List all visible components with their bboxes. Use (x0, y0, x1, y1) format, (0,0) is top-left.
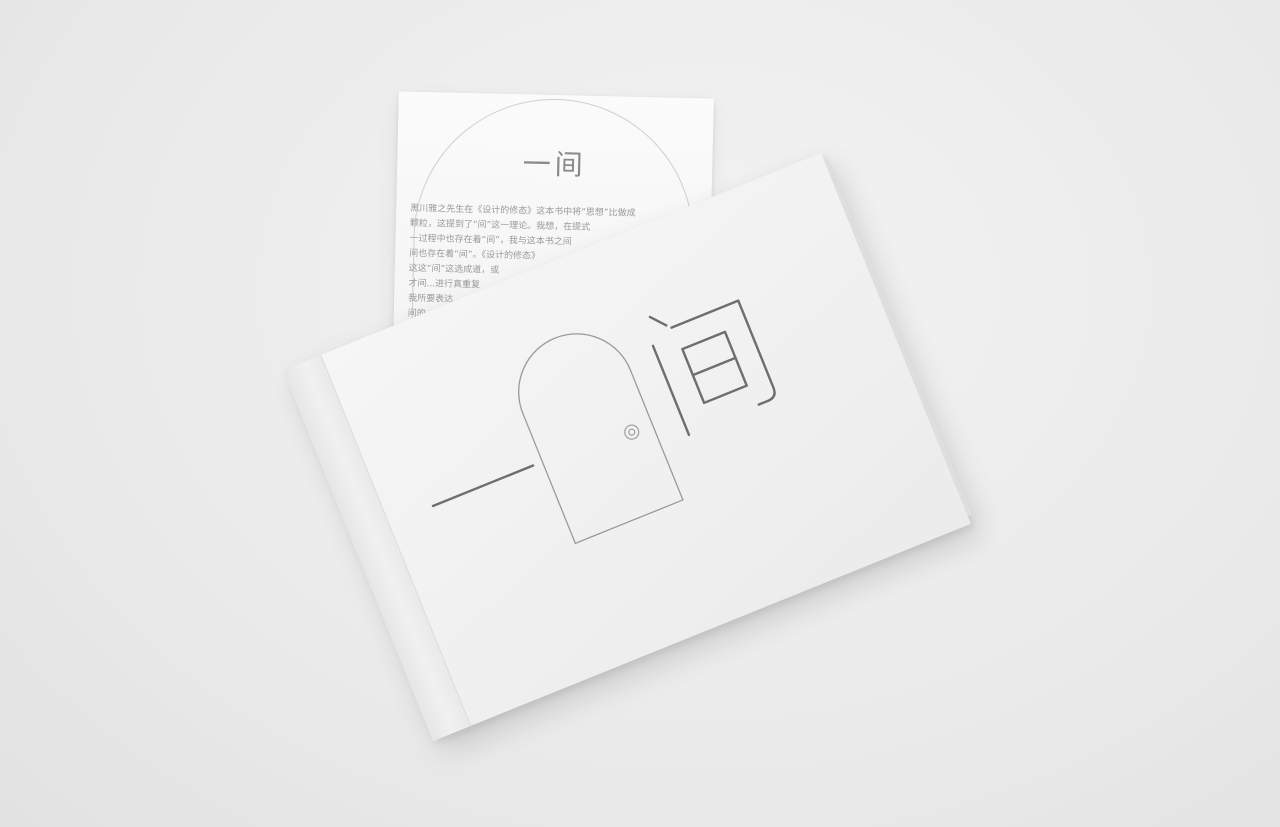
glyph-yi (431, 464, 535, 508)
card-title: 一间 (522, 147, 588, 182)
booklet-cover (283, 152, 973, 742)
photo-scene: 一间 黑川雅之先生在《设计的修态》这本书中将“思想”比做成 颗粒，这提到了“间”… (0, 0, 1280, 827)
door-knob (624, 424, 640, 440)
glyph-jian (648, 299, 776, 437)
cover-title-graphic (431, 299, 776, 545)
door-knob-inner (628, 428, 636, 436)
